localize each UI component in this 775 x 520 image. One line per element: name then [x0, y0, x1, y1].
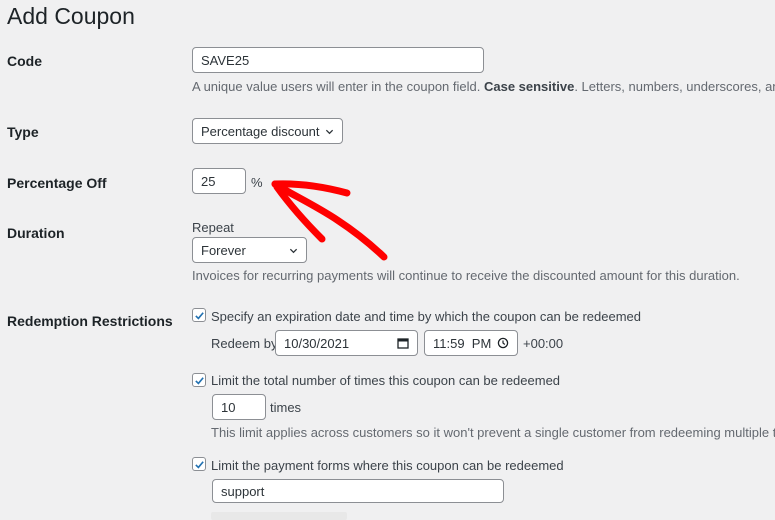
limit-total-checkbox-label: Limit the total number of times this cou… — [211, 373, 561, 388]
redeem-time-value: 11:59 PM — [433, 335, 492, 351]
percentage-off-input[interactable]: 25 — [192, 168, 246, 194]
clock-icon[interactable] — [497, 337, 509, 349]
code-help-text: A unique value users will enter in the c… — [192, 79, 775, 94]
timezone-offset: +00:00 — [523, 336, 564, 351]
redemption-restrictions-label: Redemption Restrictions — [7, 313, 173, 329]
calendar-icon[interactable] — [397, 337, 409, 349]
code-help-prefix: A unique value users will enter in the c… — [192, 79, 484, 94]
limit-total-checkbox[interactable] — [192, 373, 206, 387]
expiration-checkbox-label: Specify an expiration date and time by w… — [211, 309, 641, 324]
payment-forms-value: support — [221, 483, 265, 499]
redeem-date-input[interactable]: 10/30/2021 — [275, 330, 418, 356]
repeat-select[interactable]: Forever — [192, 237, 307, 263]
checkmark-icon — [194, 460, 204, 469]
repeat-select-value: Forever — [201, 242, 246, 258]
arrow-head-top — [271, 180, 351, 197]
limit-forms-checkbox-label: Limit the payment forms where this coupo… — [211, 458, 564, 473]
percent-unit: % — [251, 175, 263, 190]
chevron-down-icon — [289, 248, 298, 253]
redeem-by-label: Redeem by — [211, 336, 278, 351]
times-unit: times — [270, 400, 302, 415]
code-input-value: SAVE25 — [201, 52, 250, 68]
checkmark-icon — [194, 311, 204, 320]
payment-forms-input[interactable]: support — [212, 479, 504, 503]
type-select[interactable]: Percentage discount — [192, 118, 343, 144]
chevron-down-icon — [325, 129, 334, 134]
limit-total-help-text: This limit applies across customers so i… — [211, 425, 775, 440]
redeem-date-value: 10/30/2021 — [284, 335, 350, 351]
redeem-time-input[interactable]: 11:59 PM — [424, 330, 518, 356]
code-input[interactable]: SAVE25 — [192, 47, 484, 73]
duration-help-text: Invoices for recurring payments will con… — [192, 268, 740, 283]
expiration-checkbox[interactable] — [192, 308, 206, 322]
type-label: Type — [7, 124, 39, 140]
repeat-label: Repeat — [192, 220, 234, 235]
duration-label: Duration — [7, 225, 65, 241]
type-select-value: Percentage discount — [201, 123, 320, 139]
code-help-suffix: . Letters, numbers, underscores, and das… — [574, 79, 775, 94]
limit-total-input[interactable]: 10 — [212, 394, 266, 420]
limit-forms-checkbox[interactable] — [192, 457, 206, 471]
page-title: Add Coupon — [7, 3, 135, 29]
percentage-off-label: Percentage Off — [7, 175, 107, 191]
arrow-head-bottom — [273, 183, 326, 243]
code-label: Code — [7, 53, 42, 69]
partial-element-below — [211, 512, 347, 520]
limit-total-value: 10 — [221, 399, 236, 415]
code-help-bold: Case sensitive — [483, 79, 575, 94]
checkmark-icon — [194, 376, 204, 385]
annotation-arrow-icon — [271, 180, 388, 261]
percentage-off-value: 25 — [201, 173, 216, 189]
